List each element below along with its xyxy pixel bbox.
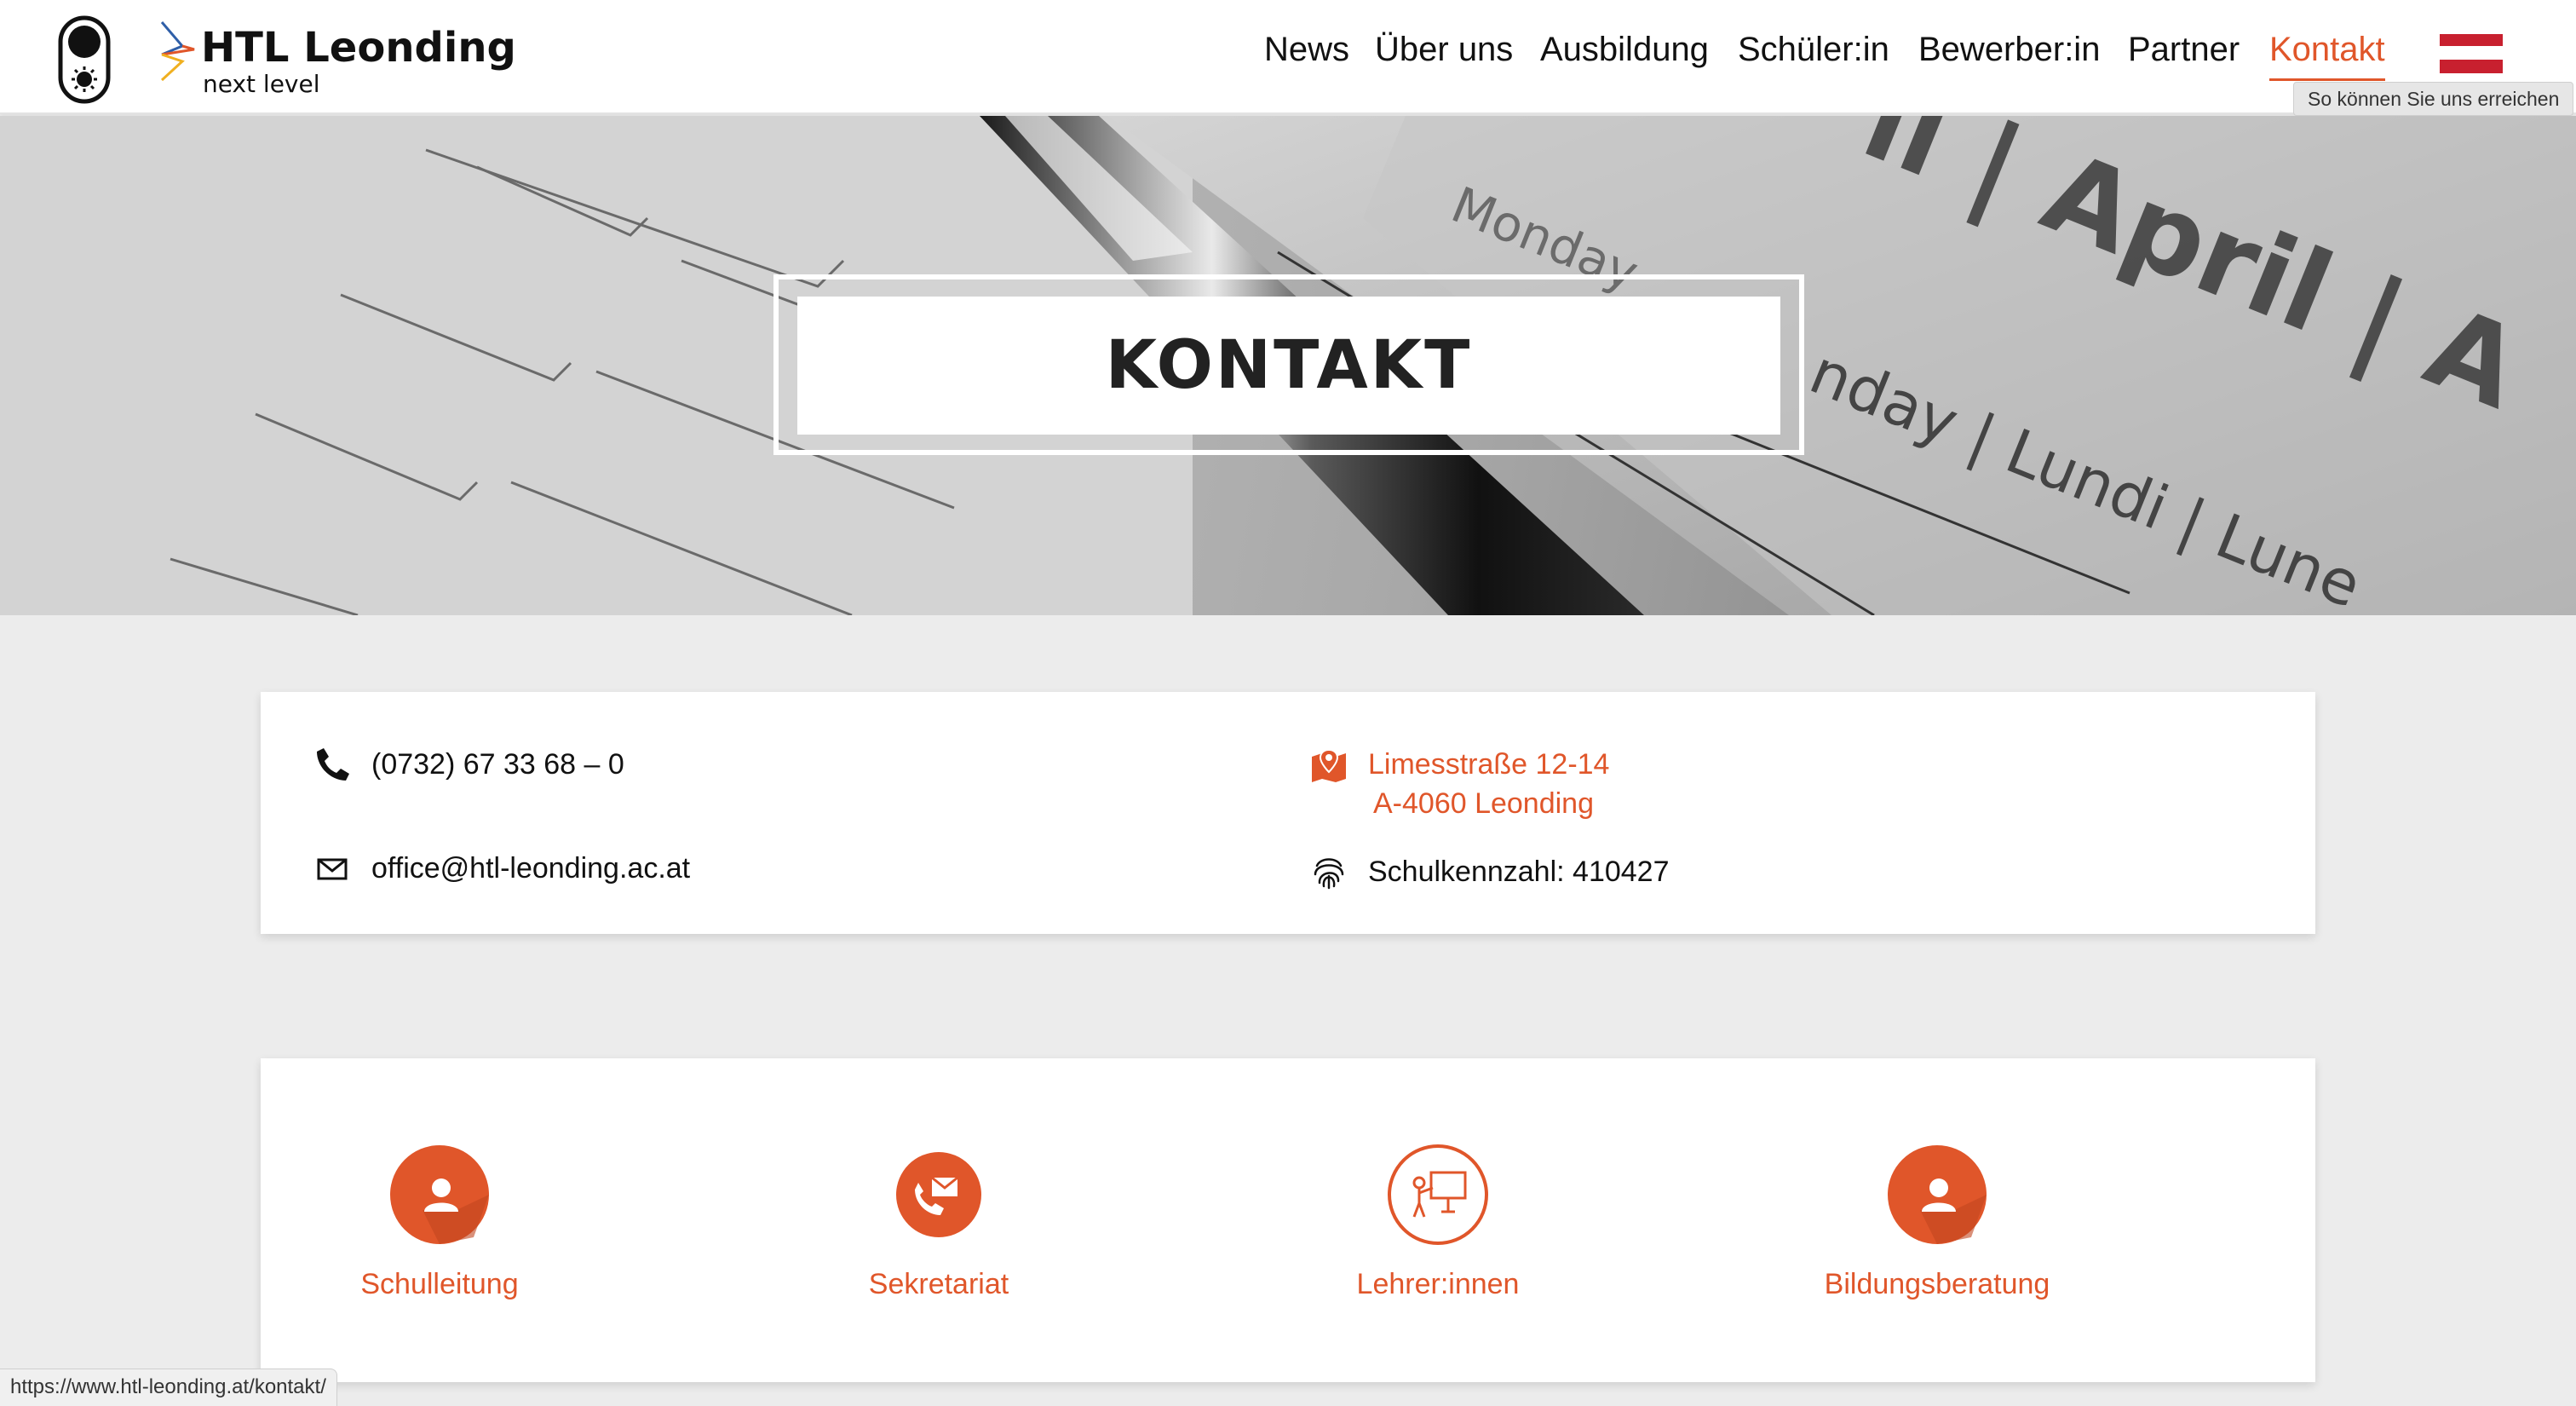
contact-school-code: Schulkennzahl: 410427	[1310, 852, 1670, 891]
site-header: HTL Leonding next level News Über uns Au…	[0, 0, 2576, 114]
browser-status-url: https://www.htl-leonding.at/kontakt/	[0, 1369, 337, 1406]
dept-lehrer[interactable]: Lehrer:innen	[1259, 1144, 1617, 1301]
nav-item-bewerber[interactable]: Bewerber:in	[1918, 31, 2100, 69]
dept-label[interactable]: Sekretariat	[760, 1268, 1118, 1301]
dept-label[interactable]: Schulleitung	[261, 1268, 618, 1301]
nav-item-ueber-uns[interactable]: Über uns	[1375, 31, 1513, 69]
fingerprint-icon	[1314, 858, 1344, 890]
nav-item-news[interactable]: News	[1264, 31, 1349, 69]
hero-title-box: KONTAKT	[797, 297, 1780, 435]
nav-item-schueler[interactable]: Schüler:in	[1738, 31, 1889, 69]
nav-item-kontakt[interactable]: Kontakt	[2269, 31, 2385, 81]
map-pin-icon	[1312, 748, 1346, 782]
dept-bildungsberatung[interactable]: Bildungsberatung	[1758, 1144, 2116, 1301]
address-line-2[interactable]: A-4060 Leonding	[1368, 784, 1609, 823]
logo-name: HTL Leonding	[201, 24, 516, 72]
nav-item-partner[interactable]: Partner	[2128, 31, 2240, 69]
austria-flag-icon[interactable]	[2440, 34, 2503, 73]
contact-info-card: (0732) 67 33 68 – 0 office@htl-leonding.…	[261, 692, 2315, 934]
teacher-board-icon	[1388, 1144, 1488, 1245]
hero-title-frame: KONTAKT	[773, 274, 1804, 455]
contact-phone-text[interactable]: (0732) 67 33 68 – 0	[371, 745, 624, 784]
logo-arrow-icon	[160, 21, 195, 82]
contact-email[interactable]: office@htl-leonding.ac.at	[313, 849, 690, 888]
contact-address-text[interactable]: Limesstraße 12-14 A-4060 Leonding	[1368, 745, 1609, 823]
phone-icon	[317, 748, 349, 781]
nav-item-ausbildung[interactable]: Ausbildung	[1540, 31, 1709, 69]
contrast-toggle-icon[interactable]	[58, 15, 111, 104]
person-icon	[1888, 1145, 1987, 1244]
address-line-1[interactable]: Limesstraße 12-14	[1368, 745, 1609, 784]
school-code-text: Schulkennzahl: 410427	[1368, 856, 1670, 888]
contact-address[interactable]: Limesstraße 12-14 A-4060 Leonding	[1310, 745, 1609, 823]
contact-email-text[interactable]: office@htl-leonding.ac.at	[371, 849, 690, 888]
dept-sekretariat[interactable]: Sekretariat	[760, 1144, 1118, 1301]
logo-tagline: next level	[203, 70, 320, 98]
hero-banner: Monday nday | Lundi | Lune il | April | …	[0, 116, 2576, 615]
person-icon	[390, 1145, 489, 1244]
site-logo[interactable]: HTL Leonding next level	[157, 20, 516, 101]
mail-icon	[317, 858, 348, 880]
dept-label[interactable]: Bildungsberatung	[1758, 1268, 2116, 1301]
dept-schulleitung[interactable]: Schulleitung	[261, 1144, 618, 1301]
phone-mail-icon	[896, 1152, 981, 1237]
departments-card: Schulleitung Sekretariat Lehrer:innen Bi…	[261, 1058, 2315, 1382]
page-title: KONTAKT	[1105, 327, 1473, 404]
contact-phone[interactable]: (0732) 67 33 68 – 0	[313, 745, 624, 784]
nav-tooltip: So können Sie uns erreichen	[2293, 82, 2574, 116]
dept-label[interactable]: Lehrer:innen	[1259, 1268, 1617, 1301]
